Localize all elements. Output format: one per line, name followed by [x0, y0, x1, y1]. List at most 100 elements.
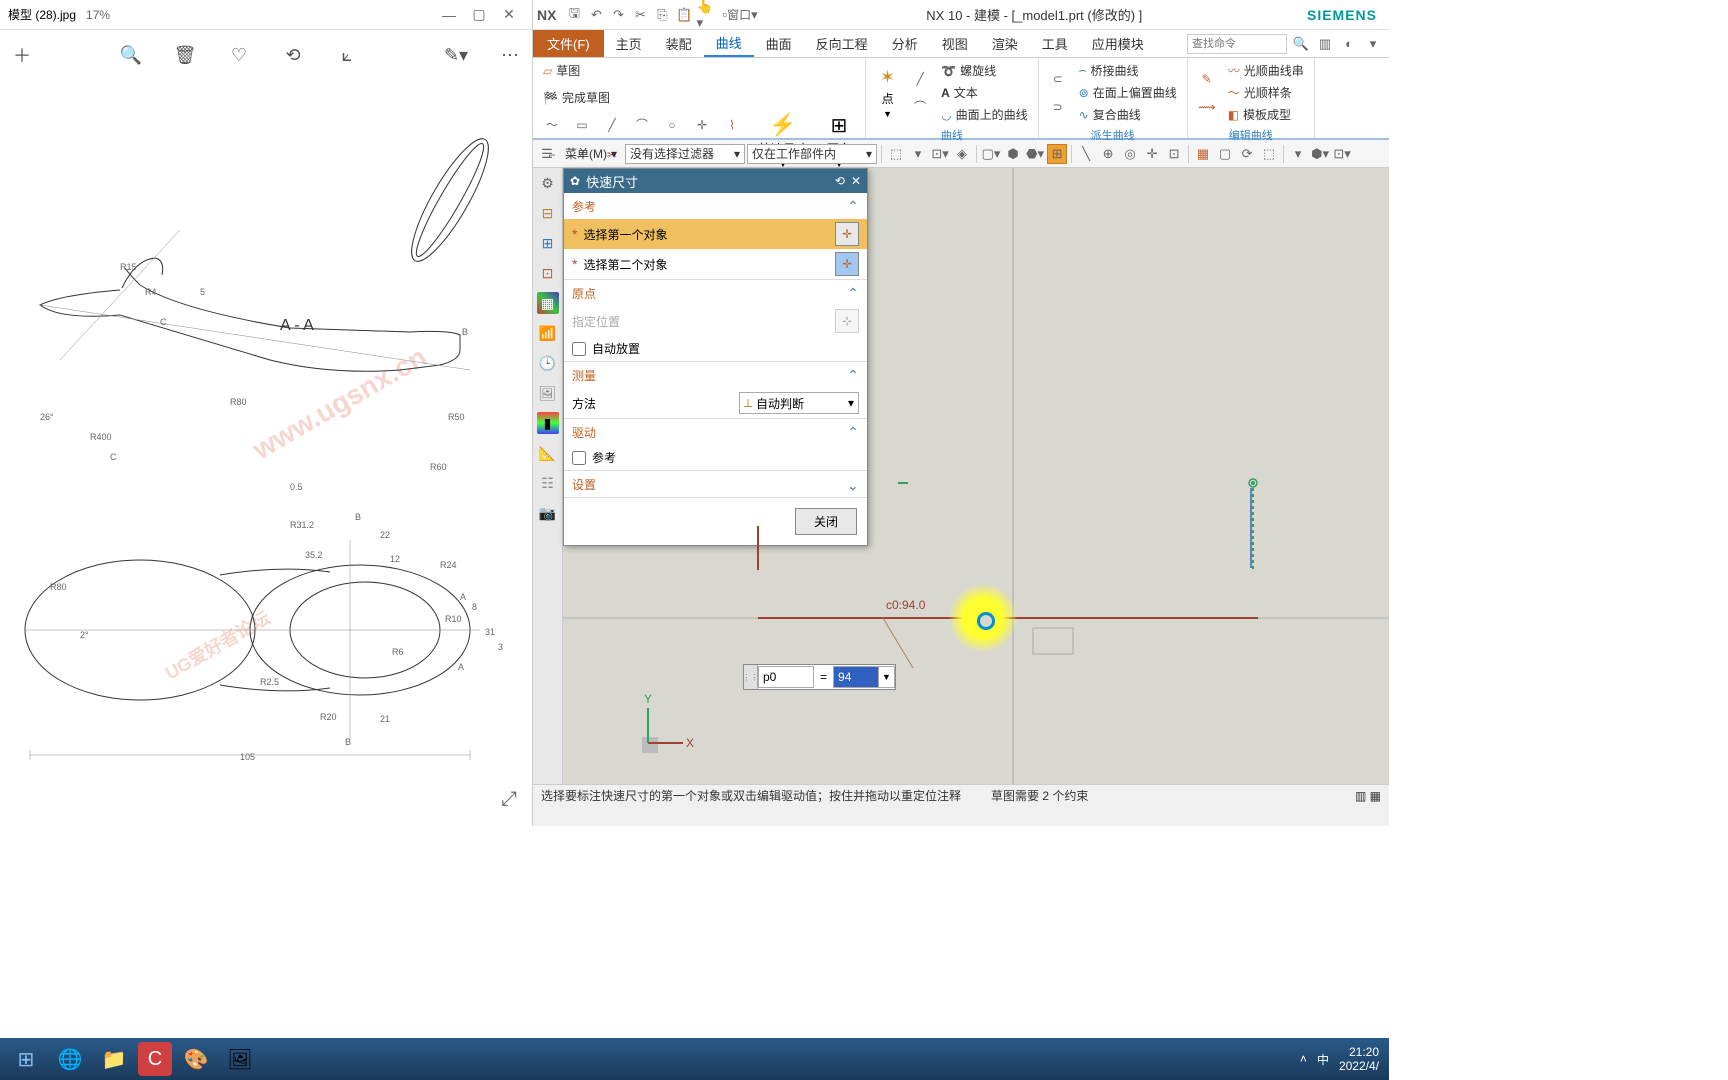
composite-curve-button[interactable]: ∿ 复合曲线: [1075, 104, 1181, 125]
sel-icon-16[interactable]: ⟳: [1237, 144, 1257, 164]
param-value[interactable]: 94: [833, 666, 879, 688]
menu-view[interactable]: 视图: [930, 30, 980, 57]
sel-icon-3[interactable]: ⊡▾: [930, 144, 950, 164]
search-icon[interactable]: 🔍: [1291, 34, 1311, 54]
menu-curve[interactable]: 曲线: [704, 30, 754, 57]
minimize-icon[interactable]: —: [434, 5, 464, 25]
add-icon[interactable]: ＋: [10, 43, 34, 67]
dimension-input[interactable]: ⋮⋮ p0 = 94 ▼: [743, 664, 896, 690]
menu-icon[interactable]: ☰: [537, 144, 557, 164]
copy-icon[interactable]: ⎘: [652, 5, 672, 25]
expand-ribbon-icon[interactable]: ▾: [1363, 34, 1383, 54]
part-nav-icon[interactable]: ⊟: [537, 202, 559, 224]
edit-icon[interactable]: ✎▾: [444, 43, 468, 67]
explorer-icon[interactable]: 📁: [94, 1042, 134, 1076]
sel-icon-9[interactable]: ╲: [1076, 144, 1096, 164]
line-tool-icon[interactable]: ╱: [907, 66, 933, 92]
app-icon-1[interactable]: C: [138, 1042, 172, 1076]
start-button[interactable]: ⊞: [6, 1042, 46, 1076]
sel-icon-1[interactable]: ⬚: [886, 144, 906, 164]
derive-icon-1[interactable]: ⊂: [1045, 66, 1071, 92]
edit-icon-1[interactable]: ✎: [1194, 66, 1220, 92]
edge-icon[interactable]: 🌐: [50, 1042, 90, 1076]
clock[interactable]: 21:202022/4/: [1339, 1045, 1379, 1074]
line-icon[interactable]: ╱: [599, 112, 625, 138]
param-name[interactable]: p0: [758, 666, 814, 688]
sel-icon-18[interactable]: ▾: [1288, 144, 1308, 164]
roles-icon[interactable]: ▮: [537, 412, 559, 434]
offset-on-face-button[interactable]: ⊚ 在面上偏置曲线: [1075, 82, 1181, 103]
circle-icon[interactable]: ○: [659, 112, 685, 138]
sel-icon-20[interactable]: ⊡▾: [1332, 144, 1352, 164]
menu-dropdown[interactable]: 菜单(M) ▾: [559, 145, 623, 162]
maximize-icon[interactable]: ▢: [464, 5, 494, 25]
measure-icon[interactable]: 📐: [537, 442, 559, 464]
sel-icon-10[interactable]: ⊕: [1098, 144, 1118, 164]
sel-icon-15[interactable]: ▢: [1215, 144, 1235, 164]
sel-icon-14[interactable]: ▦: [1193, 144, 1213, 164]
finish-sketch-button[interactable]: 🏁 完成草图: [539, 87, 614, 108]
app-icon-2[interactable]: 🎨: [176, 1042, 216, 1076]
more-icon[interactable]: ⋯: [498, 43, 522, 67]
graphics-area[interactable]: ⚙ ⊟ ⊞ ⊡ ▦ 📶 🕒 🖼 ▮ 📐 ☷ 📷 ✿ 快速尺寸 ⟲ ✕ 参考⌃: [533, 168, 1389, 806]
sel-icon-12[interactable]: ✛: [1142, 144, 1162, 164]
bridge-curve-button[interactable]: ⌢ 桥接曲线: [1075, 60, 1181, 81]
paste-icon[interactable]: 📋: [674, 5, 694, 25]
constraint-nav-icon[interactable]: ⊡: [537, 262, 559, 284]
rotate-icon[interactable]: ⟲: [281, 43, 305, 67]
sel-icon-7[interactable]: ⬣▾: [1025, 144, 1045, 164]
studio-spline-icon[interactable]: ⌇: [719, 112, 745, 138]
sel-icon-6[interactable]: ⬢: [1003, 144, 1023, 164]
view-icon[interactable]: 📷: [537, 502, 559, 524]
web-icon[interactable]: 📶: [537, 322, 559, 344]
sel-icon-11[interactable]: ◎: [1120, 144, 1140, 164]
delete-icon[interactable]: 🗑: [173, 43, 197, 67]
undo-icon[interactable]: ↶: [586, 5, 606, 25]
text-button[interactable]: A 文本: [937, 82, 1032, 103]
menu-surface[interactable]: 曲面: [754, 30, 804, 57]
sel-icon-2[interactable]: ▾: [908, 144, 928, 164]
dropdown-icon[interactable]: ▼: [879, 666, 895, 688]
menu-tools[interactable]: 工具: [1030, 30, 1080, 57]
layout-icon[interactable]: ▥: [1315, 34, 1335, 54]
arc-tool-icon[interactable]: ⌒: [907, 94, 933, 120]
sel-icon-8[interactable]: ⊞: [1047, 144, 1067, 164]
menu-file[interactable]: 文件(F): [533, 30, 604, 57]
curve-on-surface-button[interactable]: ◡ 曲面上的曲线: [937, 104, 1032, 125]
cut-icon[interactable]: ✂: [630, 5, 650, 25]
smooth-string-button[interactable]: 〰 光顺曲线串: [1224, 60, 1308, 81]
profile-icon[interactable]: 〜: [539, 112, 565, 138]
menu-analysis[interactable]: 分析: [880, 30, 930, 57]
expand-icon[interactable]: ⤢: [501, 788, 517, 811]
helix-button[interactable]: ➰ 螺旋线: [937, 60, 1032, 81]
filter-combo[interactable]: 没有选择过滤器▾: [625, 144, 745, 164]
sel-icon-13[interactable]: ⊡: [1164, 144, 1184, 164]
favorite-icon[interactable]: ♡: [227, 43, 251, 67]
point-icon[interactable]: ✛: [689, 112, 715, 138]
crop-icon[interactable]: ⟀: [335, 43, 359, 67]
edit-icon-2[interactable]: ⟿: [1194, 94, 1220, 120]
layer-icon[interactable]: ☷: [537, 472, 559, 494]
menu-render[interactable]: 渲染: [980, 30, 1030, 57]
viewer-canvas[interactable]: www.ugsnx.cn UG爱好者论坛 26° R400 R80 0.5 R6…: [0, 80, 532, 826]
smooth-spline-button[interactable]: 〜 光顺样条: [1224, 82, 1308, 103]
arc-icon[interactable]: ⌒: [629, 112, 655, 138]
ime-indicator[interactable]: 中: [1317, 1051, 1329, 1068]
save-icon[interactable]: 🖫: [564, 5, 584, 25]
settings-icon[interactable]: ⚙: [537, 172, 559, 194]
menu-application[interactable]: 应用模块: [1080, 30, 1156, 57]
help-icon[interactable]: ◐: [1339, 34, 1359, 54]
assy-nav-icon[interactable]: ⊞: [537, 232, 559, 254]
sel-icon-4[interactable]: ◈: [952, 144, 972, 164]
point-button[interactable]: ✶点▼: [872, 63, 903, 123]
drag-handle-icon[interactable]: ⋮⋮: [744, 665, 758, 689]
history-icon[interactable]: 🕒: [537, 352, 559, 374]
scope-combo[interactable]: 仅在工作部件内▾: [747, 144, 877, 164]
reuse-icon[interactable]: ▦: [537, 292, 559, 314]
sel-icon-5[interactable]: ▢▾: [981, 144, 1001, 164]
sel-icon-19[interactable]: ⬢▾: [1310, 144, 1330, 164]
search-input[interactable]: [1187, 34, 1287, 54]
menu-home[interactable]: 主页: [604, 30, 654, 57]
template-shape-button[interactable]: ◧ 模板成型: [1224, 104, 1308, 125]
touch-icon[interactable]: 👆▾: [696, 5, 716, 25]
